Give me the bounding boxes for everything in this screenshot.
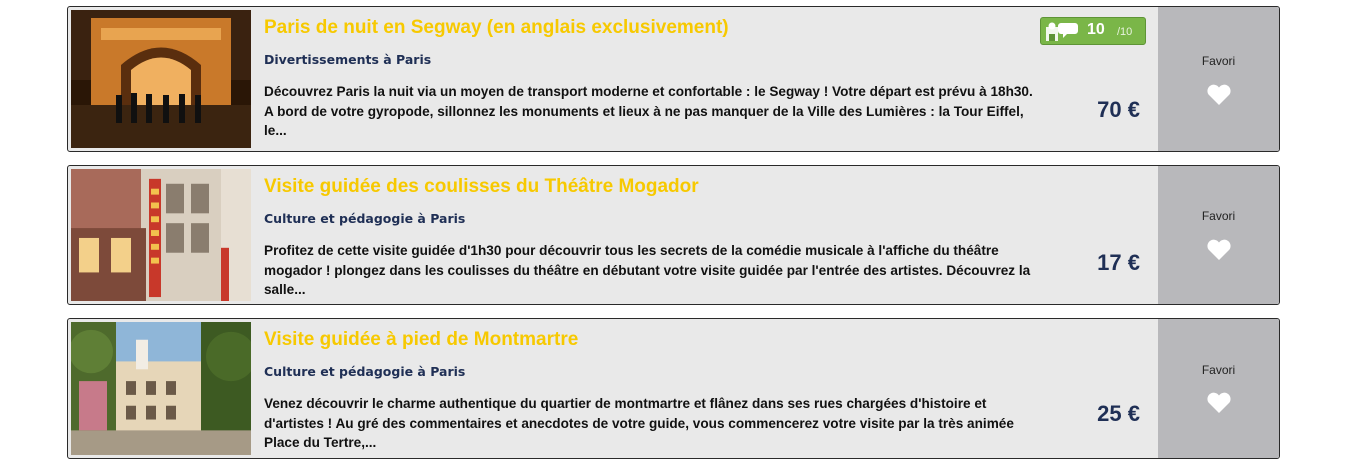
rating-value: 10 <box>1087 21 1105 38</box>
listing-card[interactable]: Visite guidée des coulisses du Théâtre M… <box>67 165 1280 305</box>
heart-icon[interactable] <box>1206 84 1232 106</box>
favorite-label: Favori <box>1201 54 1236 68</box>
heart-icon[interactable] <box>1206 392 1232 414</box>
listing-photo-theatre-mogador[interactable] <box>71 169 251 301</box>
listing-card[interactable]: Paris de nuit en Segway (en anglais excl… <box>67 6 1280 152</box>
heart-icon[interactable] <box>1206 239 1232 261</box>
listing-price: 25 € <box>1097 401 1140 426</box>
rating-max: /10 <box>1117 26 1133 38</box>
favorite-panel[interactable]: Favori <box>1158 319 1279 458</box>
favorite-panel[interactable]: Favori <box>1158 166 1279 304</box>
users-rating-icon <box>1046 22 1078 41</box>
listing-description: Profitez de cette visite guidée d'1h30 p… <box>264 243 1031 297</box>
listing-photo-segway-night[interactable] <box>71 10 251 148</box>
listing-description: Venez découvrir le charme authentique du… <box>264 396 1014 450</box>
favorite-panel[interactable]: Favori <box>1158 7 1279 151</box>
favorite-label: Favori <box>1201 209 1236 223</box>
listing-category[interactable]: Culture et pédagogie à Paris <box>264 364 1034 379</box>
listing-card[interactable]: Visite guidée à pied de Montmartre Cultu… <box>67 318 1280 459</box>
rating-badge: 10 /10 <box>1040 17 1146 45</box>
favorite-label: Favori <box>1201 363 1236 377</box>
listing-price: 70 € <box>1097 97 1140 122</box>
listing-photo-montmartre[interactable] <box>71 322 251 455</box>
listing-title[interactable]: Visite guidée des coulisses du Théâtre M… <box>264 176 1034 198</box>
listing-price: 17 € <box>1097 250 1140 275</box>
listing-title[interactable]: Visite guidée à pied de Montmartre <box>264 329 1034 351</box>
listing-category[interactable]: Culture et pédagogie à Paris <box>264 211 1034 226</box>
listing-category[interactable]: Divertissements à Paris <box>264 52 1034 67</box>
listing-description: Découvrez Paris la nuit via un moyen de … <box>264 84 1033 138</box>
listing-title[interactable]: Paris de nuit en Segway (en anglais excl… <box>264 17 1034 39</box>
